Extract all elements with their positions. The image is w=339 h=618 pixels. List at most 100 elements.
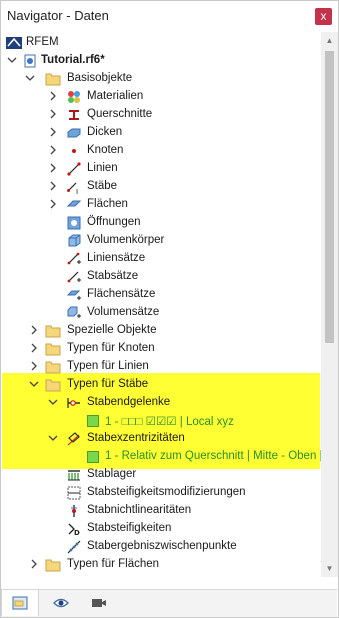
chevron-right-icon[interactable] [48,145,58,155]
tree-label: Typen für Linien [67,360,149,372]
tree-item-querschnitte[interactable]: Querschnitte [1,106,321,124]
chevron-right-icon[interactable] [48,127,58,137]
surface-icon [66,198,82,212]
member-support-icon [67,468,81,482]
close-button[interactable]: x [315,8,332,25]
tree-item-stabsteifigkeitsmodifizierungen[interactable]: Stabsteifigkeitsmodifizierungen [1,484,321,502]
tree-item-stabsaetze[interactable]: Stabsätze [1,268,321,286]
tree-item-project[interactable]: Tutorial.rf6* [1,52,321,70]
tree-label: Stabsteifigkeitsmodifizierungen [87,486,246,498]
tree-label-basisobjekte: Basisobjekte [67,72,133,84]
solid-icon [67,234,81,248]
result-intermediate-points-icon [67,540,81,554]
tab-view[interactable] [43,590,79,616]
tree-item-exzentrizitaet-1[interactable]: 1 - Relativ zum Querschnitt | Mitte - Ob… [1,448,321,466]
window-title: Navigator - Daten [7,8,109,23]
folder-icon [45,342,61,356]
member-stiffness-icon: D [67,522,81,537]
chevron-right-icon[interactable] [29,361,39,371]
member-set-icon [67,270,81,284]
scrollbar-thumb[interactable] [325,51,334,343]
chevron-right-icon[interactable] [48,199,58,209]
tree-item-liniensaetze[interactable]: Liniensätze [1,250,321,268]
tree-item-materialien[interactable]: Materialien [1,88,321,106]
folder-open-icon [45,72,61,86]
tree-item-spezielle-objekte[interactable]: Spezielle Objekte [1,322,321,340]
project-icon [23,54,37,68]
tree-item-stabergebniszwischenpunkte[interactable]: Stabergebniszwischenpunkte [1,538,321,556]
tree-item-stabnichtlinearitaeten[interactable]: Stabnichtlinearitäten [1,502,321,520]
member-nonlinearity-icon [67,504,81,518]
line-set-icon [67,252,81,266]
tree-label: Typen für Flächen [67,558,160,570]
tree-label: Stabsteifigkeiten [87,522,172,534]
tree-label: Flächensätze [87,288,156,300]
tree-item-stabendgelenke[interactable]: Stabendgelenke [1,394,321,412]
tree-item-stabexzentrizitaeten[interactable]: Stabexzentrizitäten [1,430,321,448]
tree-item-gelenk-1[interactable]: 1 - □□□ ☑☑☑ | Local xyz [1,412,321,430]
folder-icon [45,558,61,572]
bottom-tab-bar [1,589,337,617]
chevron-right-icon[interactable] [48,181,58,191]
tree-item-typen-linien[interactable]: Typen für Linien [1,358,321,376]
tree-item-volumensaetze[interactable]: Volumensätze [1,304,321,322]
svg-text:D: D [74,529,80,536]
chevron-down-icon[interactable] [25,73,35,83]
tree-item-typen-staebe[interactable]: Typen für Stäbe [1,376,321,394]
materials-icon [67,90,81,104]
green-color-swatch-icon [87,415,99,427]
chevron-right-icon[interactable] [48,109,58,119]
scroll-down-arrow-icon[interactable]: ▼ [321,560,338,577]
tree-label: Knoten [87,144,124,156]
tree-label: Liniensätze [87,252,146,264]
tree-item-oeffnungen[interactable]: Öffnungen [1,214,321,232]
tree-label: Volumensätze [87,306,160,318]
tree-item-dicken[interactable]: Dicken [1,124,321,142]
scroll-up-arrow-icon[interactable]: ▲ [321,32,338,49]
title-bar: Navigator - Daten x [1,1,337,31]
chevron-down-icon[interactable] [48,433,58,443]
tree-item-volumenkoerper[interactable]: Volumenkörper [1,232,321,250]
tree-label: Materialien [87,90,144,102]
chevron-right-icon[interactable] [29,343,39,353]
tree-item-flaechen[interactable]: Flächen [1,196,321,214]
opening-icon [67,216,81,230]
tree-label: Stäbe [87,180,118,192]
chevron-right-icon[interactable] [29,325,39,335]
tree-label: Stabnichtlinearitäten [87,504,192,516]
tree-label: 1 - □□□ ☑☑☑ | Local xyz [105,416,234,428]
tree-item-flaechensaetze[interactable]: Flächensätze [1,286,321,304]
chevron-right-icon[interactable] [48,163,58,173]
tree-item-basisobjekte[interactable]: Basisobjekte [1,70,321,88]
tree-label: Stabendgelenke [87,396,171,408]
tree-label-project: Tutorial.rf6* [41,54,105,66]
tree-label: Querschnitte [87,108,153,120]
tree-item-typen-knoten[interactable]: Typen für Knoten [1,340,321,358]
tree-item-staebe[interactable]: I Stäbe [1,178,321,196]
member-icon: I [67,180,81,196]
tree-label: Öffnungen [87,216,141,228]
tree-item-knoten[interactable]: Knoten [1,142,321,160]
vertical-scrollbar[interactable]: ▲ ▼ [321,32,338,577]
chevron-right-icon[interactable] [29,559,39,569]
tree-label: 1 - Relativ zum Querschnitt | Mitte - Ob… [105,450,321,462]
camera-icon [92,599,106,607]
chevron-down-icon[interactable] [29,379,39,389]
chevron-down-icon[interactable] [48,397,58,407]
tab-data[interactable] [1,590,39,616]
member-eccentricity-icon [67,432,81,446]
tree-item-stablager[interactable]: Stablager [1,466,321,484]
chevron-right-icon[interactable] [48,91,58,101]
folder-icon [45,360,61,374]
tree-item-linien[interactable]: Linien [1,160,321,178]
tree-item-rfem[interactable]: RFEM [1,34,321,52]
tree-label: Stabexzentrizitäten [87,432,185,444]
tree-label-rfem: RFEM [26,36,59,48]
tree-item-typen-flaechen[interactable]: Typen für Flächen [1,556,321,574]
tab-camera[interactable] [81,590,117,616]
chevron-down-icon[interactable] [7,55,17,65]
tree-label: Stabergebniszwischenpunkte [87,540,237,552]
surface-set-icon [66,288,81,302]
tree-item-stabsteifigkeiten[interactable]: D Stabsteifigkeiten [1,520,321,538]
tree-label: Stabsätze [87,270,139,282]
